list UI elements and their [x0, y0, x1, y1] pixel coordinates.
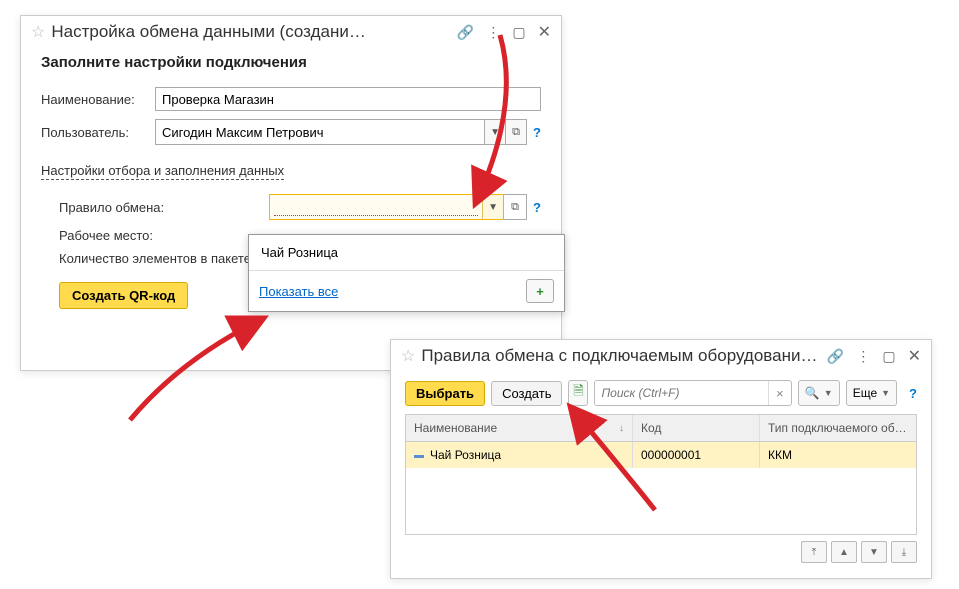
row-user: Пользователь: Сигодин Максим Петрович ▼ … [41, 119, 541, 145]
select-user-value: Сигодин Максим Петрович [156, 120, 484, 144]
window-data-exchange-setup: ☆ Настройка обмена данными (создани… 🔗 ⋮… [20, 15, 562, 371]
show-all-link[interactable]: Показать все [259, 284, 338, 299]
grid-body: ▬Чай Розница 000000001 ККМ [406, 442, 916, 534]
data-grid: Наименование↓ Код Тип подключаемого об… … [405, 414, 917, 535]
titlebar: ☆ Правила обмена с подключаемым оборудов… [391, 340, 931, 372]
menu-icon[interactable]: ⋮ [856, 348, 870, 365]
help-icon[interactable]: ? [533, 200, 541, 215]
rule-dropdown-panel: Чай Розница Показать все + [248, 234, 565, 312]
search-icon: 🔍 [805, 386, 820, 400]
window-exchange-rules: ☆ Правила обмена с подключаемым оборудов… [390, 339, 932, 579]
maximize-icon[interactable]: ▢ [882, 348, 895, 365]
nav-first-button[interactable]: ⤒ [801, 541, 827, 563]
help-icon[interactable]: ? [909, 386, 917, 401]
help-icon[interactable]: ? [533, 125, 541, 140]
filter-settings-link[interactable]: Настройки отбора и заполнения данных [41, 163, 284, 180]
chevron-down-icon: ▼ [881, 388, 890, 398]
link-icon[interactable]: 🔗 [457, 24, 474, 41]
nav-buttons: ⤒ ▲ ▼ ⤓ [391, 535, 931, 569]
row-name: Наименование: Проверка Магазин [41, 87, 541, 111]
chevron-down-icon[interactable]: ▼ [484, 120, 505, 144]
sort-arrow-icon: ↓ [619, 423, 624, 434]
chevron-down-icon[interactable]: ▼ [482, 195, 503, 219]
close-icon[interactable]: ✕ [538, 22, 551, 42]
copy-item-button[interactable]: 🗎 [568, 380, 588, 406]
clear-search-icon[interactable]: × [768, 381, 791, 405]
select-user[interactable]: Сигодин Максим Петрович ▼ [155, 119, 527, 145]
row-rule: Правило обмена: ▼ ? [59, 194, 541, 220]
label-workplace: Рабочее место: [59, 228, 269, 243]
menu-icon[interactable]: ⋮ [486, 24, 500, 41]
page-heading: Заполните настройки подключения [41, 54, 541, 71]
titlebar-controls: 🔗 ⋮ ▢ ✕ [457, 22, 551, 42]
table-row[interactable]: ▬Чай Розница 000000001 ККМ [406, 442, 916, 468]
open-icon[interactable] [504, 194, 527, 220]
select-rule-value [274, 198, 478, 216]
favorite-star-icon[interactable]: ☆ [401, 346, 415, 366]
nav-down-button[interactable]: ▼ [861, 541, 887, 563]
titlebar-controls: 🔗 ⋮ ▢ ✕ [827, 346, 921, 366]
add-button[interactable]: + [526, 279, 554, 303]
document-icon: 🗎 [573, 382, 583, 404]
dropdown-option[interactable]: Чай Розница [249, 235, 564, 271]
maximize-icon[interactable]: ▢ [512, 24, 525, 41]
search-field[interactable] [595, 381, 767, 405]
select-button[interactable]: Выбрать [405, 381, 485, 406]
create-qr-button[interactable]: Создать QR-код [59, 282, 188, 309]
window-title: Настройка обмена данными (создани… [51, 22, 451, 42]
label-name: Наименование: [41, 92, 155, 107]
toolbar: Выбрать Создать 🗎 × 🔍▼ Еще▼ ? [391, 372, 931, 414]
col-header-name[interactable]: Наименование↓ [406, 415, 633, 441]
item-marker-icon: ▬ [414, 450, 424, 461]
label-rule: Правило обмена: [59, 200, 269, 215]
label-user: Пользователь: [41, 125, 155, 140]
grid-header: Наименование↓ Код Тип подключаемого об… [406, 415, 916, 442]
col-header-code[interactable]: Код [633, 415, 760, 441]
label-packet: Количество элементов в пакете: [59, 251, 269, 266]
col-header-type[interactable]: Тип подключаемого об… [760, 415, 916, 441]
titlebar: ☆ Настройка обмена данными (создани… 🔗 ⋮… [21, 16, 561, 48]
input-name[interactable]: Проверка Магазин [155, 87, 541, 111]
link-icon[interactable]: 🔗 [827, 348, 844, 365]
close-icon[interactable]: ✕ [908, 346, 921, 366]
window-title: Правила обмена с подключаемым оборудован… [421, 346, 821, 366]
favorite-star-icon[interactable]: ☆ [31, 22, 45, 42]
nav-last-button[interactable]: ⤓ [891, 541, 917, 563]
create-button[interactable]: Создать [491, 381, 562, 406]
dropdown-footer: Показать все + [249, 271, 564, 311]
select-rule[interactable]: ▼ [269, 194, 504, 220]
more-button[interactable]: Еще▼ [846, 380, 897, 406]
nav-up-button[interactable]: ▲ [831, 541, 857, 563]
chevron-down-icon: ▼ [824, 388, 833, 398]
open-icon[interactable] [505, 120, 526, 144]
search-input[interactable]: × [594, 380, 791, 406]
search-dropdown-button[interactable]: 🔍▼ [798, 380, 840, 406]
